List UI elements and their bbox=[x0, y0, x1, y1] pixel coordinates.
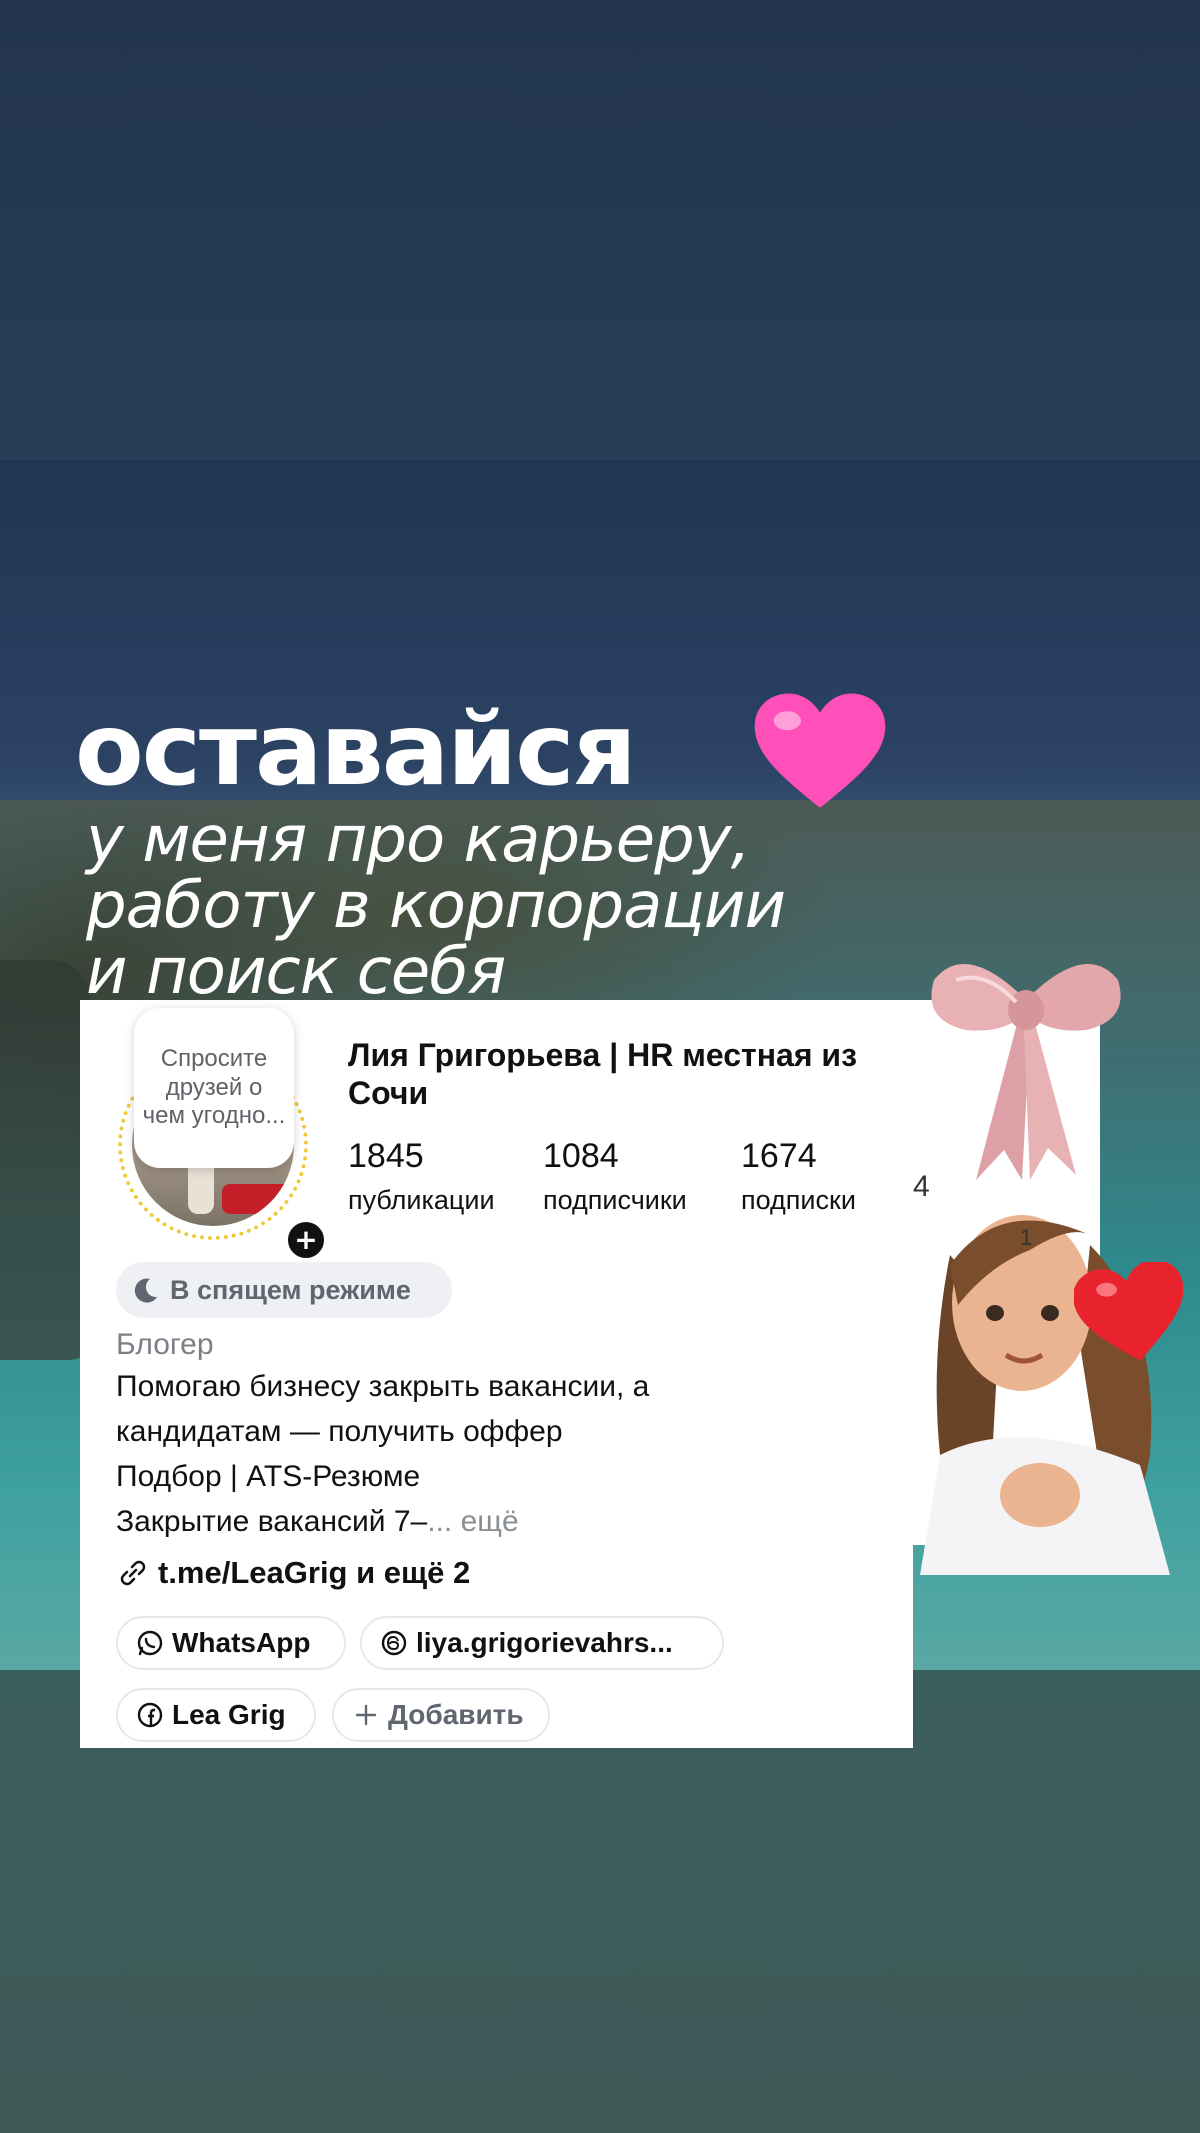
avatar-car-shape bbox=[222, 1184, 292, 1214]
chip-label: Lea Grig bbox=[172, 1699, 286, 1730]
note-bubble[interactable]: Спросите друзей о чем угодно... bbox=[134, 1008, 294, 1168]
background-rock bbox=[0, 960, 90, 1360]
pink-heart-icon bbox=[754, 693, 886, 808]
threads-icon bbox=[381, 1630, 407, 1656]
story-subtitle-line: у меня про карьеру, bbox=[86, 803, 751, 877]
profile-category: Блогер bbox=[116, 1328, 214, 1361]
chip-label: liya.grigorievahrs... bbox=[416, 1627, 673, 1658]
add-link-button[interactable]: Добавить bbox=[332, 1688, 550, 1742]
plus-icon bbox=[355, 1704, 377, 1726]
clipped-stat-digit: 1 bbox=[1020, 1225, 1033, 1250]
stat-following[interactable]: 1674 подписки bbox=[741, 1137, 856, 1216]
bio-line-truncated: Закрытие вакансий 7–... ещё bbox=[116, 1505, 519, 1539]
note-text: Спросите друзей о чем угодно... bbox=[142, 1044, 286, 1130]
stat-label: подписки bbox=[741, 1185, 856, 1216]
avatar-sticker bbox=[920, 1215, 1170, 1575]
add-story-plus-icon[interactable]: + bbox=[284, 1218, 328, 1262]
chip-label: WhatsApp bbox=[172, 1627, 311, 1658]
bio-line: Подбор | ATS-Резюме bbox=[116, 1460, 421, 1493]
stat-value: 1674 bbox=[741, 1137, 817, 1175]
stat-value: 1084 bbox=[543, 1137, 619, 1175]
link-icon bbox=[120, 1560, 146, 1586]
stat-value: 1845 bbox=[348, 1137, 424, 1175]
facebook-icon bbox=[137, 1702, 163, 1728]
stat-label: публикации bbox=[348, 1185, 495, 1216]
bio-line: кандидатам — получить оффер bbox=[116, 1415, 563, 1448]
story-subtitle-line: работу в корпорации bbox=[86, 869, 786, 943]
moon-icon bbox=[134, 1278, 157, 1303]
sleep-status-badge: В спящем режиме bbox=[116, 1262, 452, 1318]
profile-link[interactable]: t.me/LeaGrig и ещё 2 bbox=[116, 1555, 470, 1591]
bio-line: Закрытие вакансий 7– bbox=[116, 1505, 428, 1538]
stat-posts[interactable]: 1845 публикации bbox=[348, 1137, 495, 1216]
sleep-status-text: В спящем режиме bbox=[170, 1274, 411, 1305]
whatsapp-icon bbox=[137, 1630, 163, 1656]
bio-line: Помогаю бизнесу закрыть вакансии, а bbox=[116, 1370, 650, 1403]
chip-label: Добавить bbox=[388, 1699, 524, 1730]
red-heart-icon bbox=[1074, 1262, 1184, 1361]
threads-chip[interactable]: liya.grigorievahrs... bbox=[360, 1616, 724, 1670]
bio-more-link[interactable]: ... ещё bbox=[427, 1505, 518, 1538]
link-text: t.me/LeaGrig и ещё 2 bbox=[158, 1555, 471, 1590]
story-subtitle-line: и поиск себя bbox=[86, 935, 506, 1009]
pink-bow-icon bbox=[931, 964, 1121, 1180]
stat-followers[interactable]: 1084 подписчики bbox=[543, 1137, 687, 1216]
stat-label: подписчики bbox=[543, 1185, 687, 1216]
facebook-chip[interactable]: Lea Grig bbox=[116, 1688, 316, 1742]
profile-screenshot-card: + Спросите друзей о чем угодно... Лия Гр… bbox=[80, 1000, 913, 1748]
story-heading: оставайся bbox=[75, 691, 637, 808]
profile-name: Лия Григорьева | HR местная из Сочи bbox=[348, 1037, 857, 1112]
whatsapp-chip[interactable]: WhatsApp bbox=[116, 1616, 346, 1670]
background-top bbox=[0, 0, 1200, 460]
